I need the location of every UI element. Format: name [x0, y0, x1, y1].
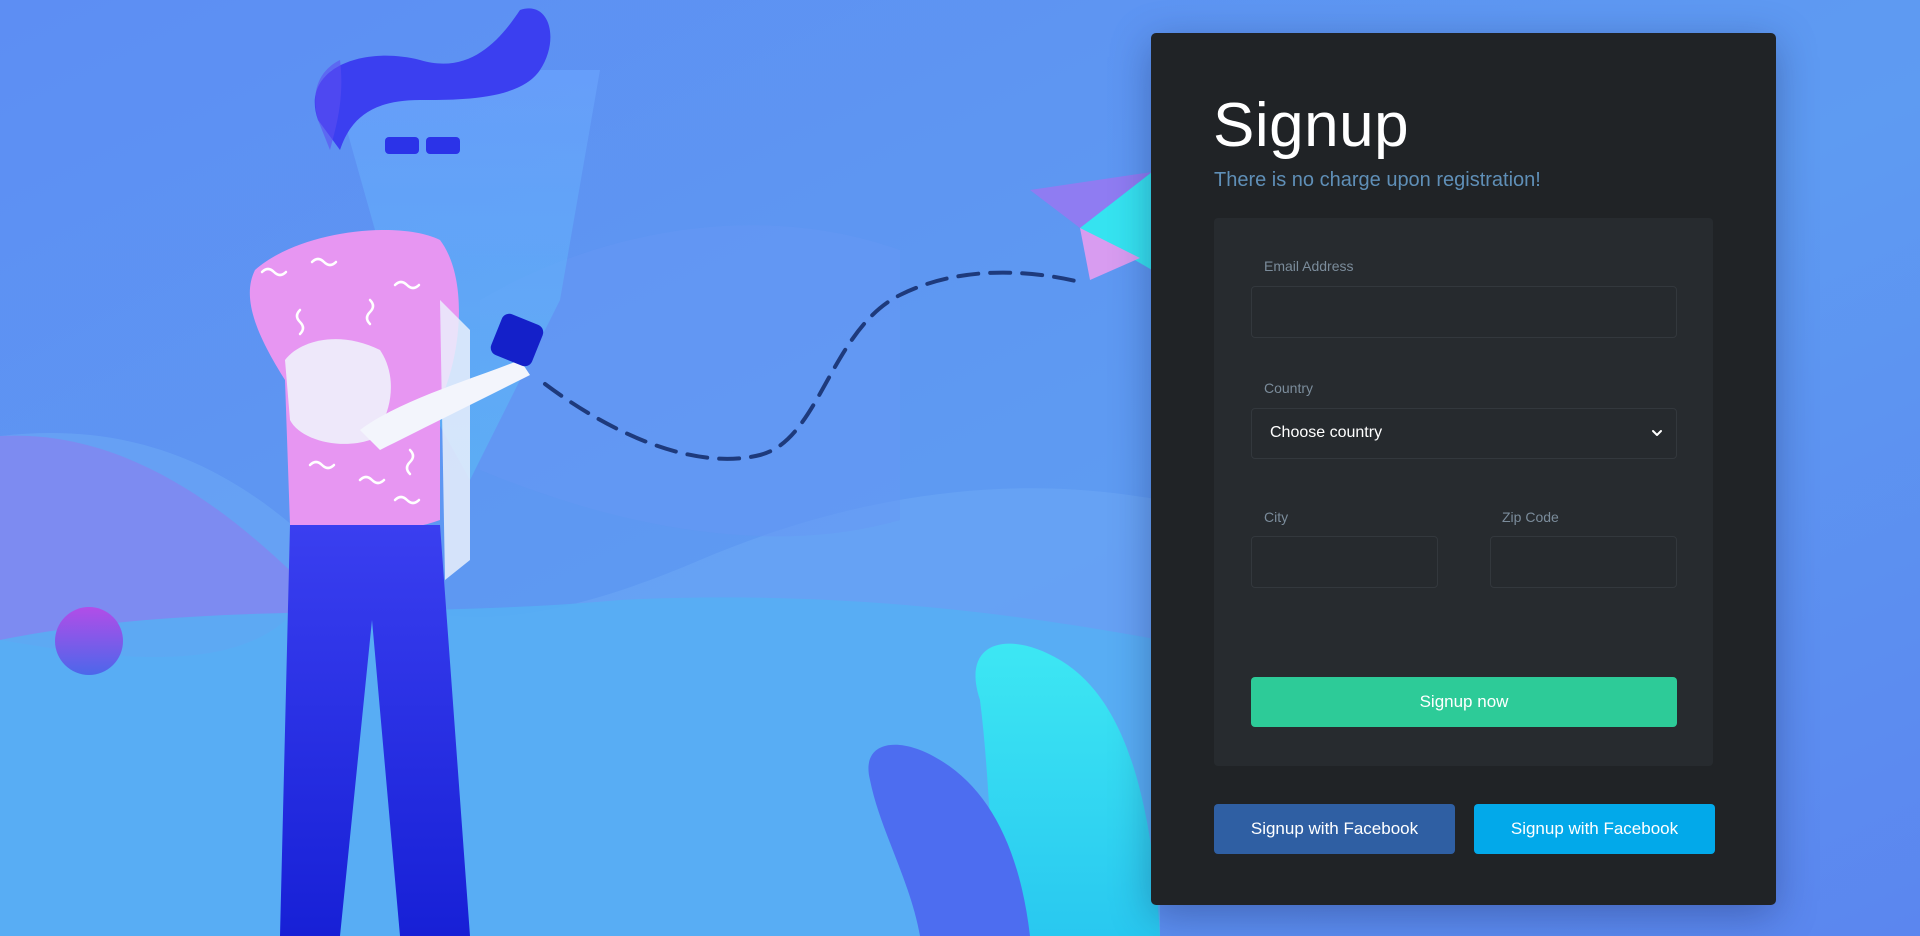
- signup-now-button[interactable]: Signup now: [1251, 677, 1677, 727]
- signup-form: Email Address Country Choose country Cit…: [1214, 218, 1713, 766]
- email-field[interactable]: [1251, 286, 1677, 338]
- city-field[interactable]: [1251, 536, 1438, 588]
- zip-code-label: Zip Code: [1502, 509, 1559, 525]
- signup-card: Signup There is no charge upon registrat…: [1151, 33, 1776, 905]
- second-social-signup-button[interactable]: Signup with Facebook: [1474, 804, 1715, 854]
- city-label: City: [1264, 509, 1289, 525]
- chevron-down-icon: [1652, 430, 1662, 436]
- email-label: Email Address: [1264, 258, 1354, 274]
- country-select-value: Choose country: [1270, 424, 1383, 441]
- country-label: Country: [1264, 380, 1314, 396]
- page-title: Signup: [1213, 91, 1410, 160]
- country-select[interactable]: Choose country: [1251, 408, 1677, 459]
- page-subtitle: There is no charge upon registration!: [1214, 169, 1541, 191]
- facebook-signup-button[interactable]: Signup with Facebook: [1214, 804, 1455, 854]
- zip-code-field[interactable]: [1490, 536, 1677, 588]
